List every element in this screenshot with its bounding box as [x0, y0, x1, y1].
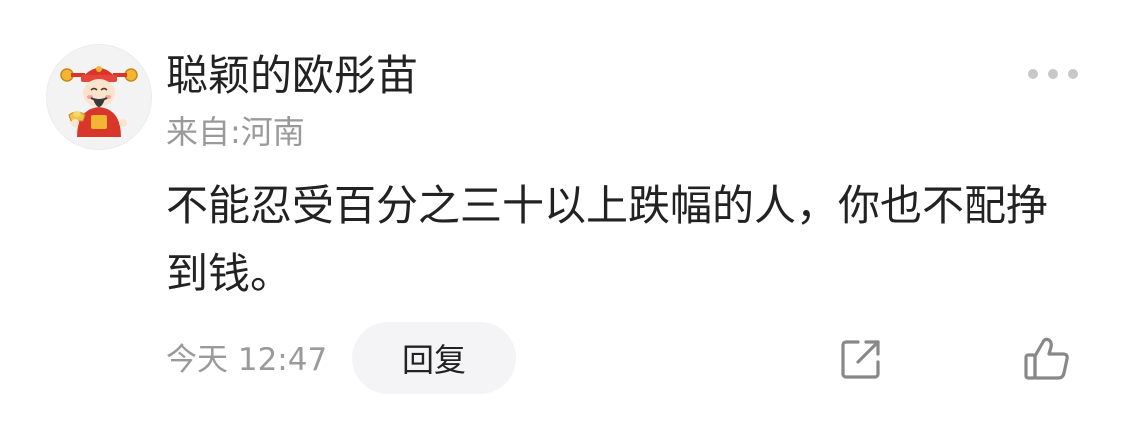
more-options-button[interactable]	[1028, 62, 1078, 86]
location-label: 来自:河南	[166, 113, 305, 151]
more-dot-icon	[1068, 69, 1078, 79]
thumbs-up-icon	[1024, 337, 1069, 380]
more-dot-icon	[1028, 69, 1038, 79]
like-button[interactable]	[1022, 334, 1072, 384]
comment-card: 聪颖的欧彤苗 来自:河南 不能忍受百分之三十以上跌幅的人，你也不配挣到钱。 今天…	[0, 0, 1122, 428]
username[interactable]: 聪颖的欧彤苗	[166, 48, 418, 104]
timestamp: 今天 12:47	[166, 342, 328, 378]
share-icon	[841, 340, 880, 379]
comment-text: 不能忍受百分之三十以上跌幅的人，你也不配挣到钱。	[166, 181, 1049, 298]
caishen-avatar-icon	[60, 66, 138, 137]
avatar[interactable]	[46, 44, 152, 150]
share-button[interactable]	[836, 334, 886, 384]
reply-button[interactable]: 回复	[352, 322, 516, 394]
more-dot-icon	[1048, 69, 1058, 79]
